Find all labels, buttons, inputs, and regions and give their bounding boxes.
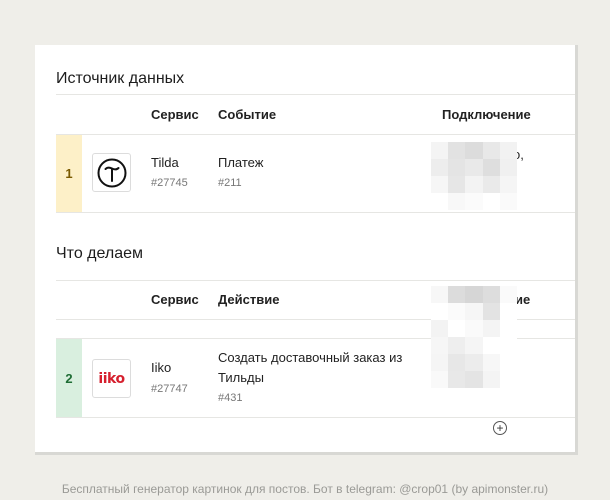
source-service-name[interactable]: Tilda <box>151 153 179 173</box>
source-event-header: Событие <box>218 107 277 122</box>
integration-card: Источник данных Сервис Событие Подключен… <box>35 45 578 455</box>
divider <box>56 94 575 95</box>
action-service-name[interactable]: Iiko <box>151 358 171 378</box>
action-id: #431 <box>218 392 243 404</box>
divider <box>56 280 575 281</box>
source-service-id: #27745 <box>151 177 188 189</box>
iiko-logo-icon: iiko <box>92 359 131 398</box>
row-number-badge: 2 <box>56 339 82 417</box>
divider <box>56 134 575 135</box>
action-service-id: #27747 <box>151 383 188 395</box>
action-connection-header: ие <box>515 292 531 307</box>
action-section-title: Что делаем <box>56 245 143 262</box>
pixelated-overlay <box>431 142 517 210</box>
plus-icon: + <box>496 421 504 435</box>
iiko-logo-text: iiko <box>98 370 125 387</box>
tilda-logo-icon <box>92 153 131 192</box>
source-service-header: Сервис <box>151 107 199 122</box>
source-event-name[interactable]: Платеж <box>218 153 263 173</box>
source-event-id: #211 <box>218 177 242 189</box>
action-service-header: Сервис <box>151 292 199 307</box>
action-action-header: Действие <box>218 292 280 307</box>
source-section-title: Источник данных <box>56 70 185 87</box>
action-name-line2[interactable]: Тильды <box>218 368 264 388</box>
add-step-button[interactable]: + <box>493 421 507 435</box>
action-name-line1[interactable]: Создать доставочный заказ из <box>218 348 402 368</box>
pixelated-overlay <box>431 286 517 388</box>
source-connection-header: Подключение <box>442 107 531 122</box>
row-number-badge: 1 <box>56 135 82 212</box>
divider <box>56 212 575 213</box>
divider <box>56 417 575 418</box>
footer-credit: Бесплатный генератор картинок для постов… <box>61 482 549 496</box>
